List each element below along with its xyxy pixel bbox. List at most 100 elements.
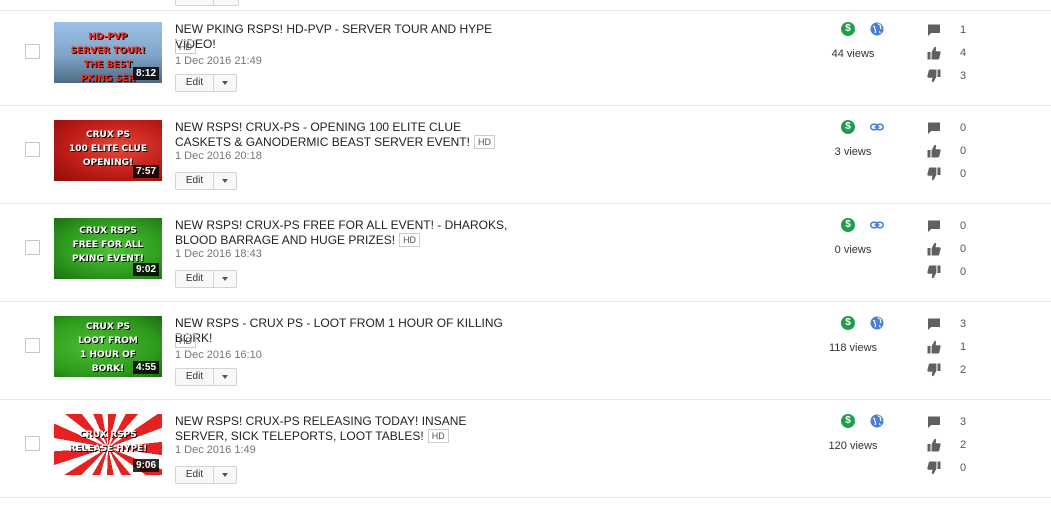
monetization-icon[interactable]: $ <box>841 218 855 232</box>
edit-menu-button[interactable] <box>214 369 236 385</box>
video-duration: 7:57 <box>132 165 159 178</box>
video-title[interactable]: NEW RSPS - CRUX PS - LOOT FROM 1 HOUR OF… <box>175 316 503 345</box>
hd-badge-wrap: HD <box>175 38 196 56</box>
chevron-down-icon <box>222 277 228 281</box>
hd-badge-wrap: HD <box>175 332 196 350</box>
link-icon[interactable] <box>870 120 884 134</box>
dislike-count: 3 <box>960 70 967 82</box>
edit-button[interactable]: Edit <box>176 467 214 483</box>
video-title-block: NEW RSPS! CRUX-PS RELEASING TODAY! INSAN… <box>175 414 520 444</box>
hd-badge: HD <box>399 233 421 247</box>
video-title[interactable]: NEW RSPS! CRUX-PS - OPENING 100 ELITE CL… <box>175 120 470 149</box>
row-checkbox[interactable] <box>25 338 40 353</box>
monetization-icon[interactable]: $ <box>841 120 855 134</box>
previous-edit-menu[interactable] <box>213 0 239 6</box>
video-row: CRUX PS LOOT FROM 1 HOUR OF BORK! 4:55 N… <box>0 303 1051 400</box>
video-duration: 9:02 <box>132 263 159 276</box>
previous-edit-button[interactable] <box>175 0 215 6</box>
upload-date: 1 Dec 2016 18:43 <box>175 248 262 260</box>
globe-icon[interactable] <box>870 414 884 428</box>
edit-button[interactable]: Edit <box>176 75 214 91</box>
thumbnail-caption: CRUX RSPS RELEASE HYPE! <box>68 430 148 454</box>
thumbnail-caption: CRUX PS 100 ELITE CLUE OPENING! <box>68 130 148 168</box>
edit-button-group: Edit <box>175 270 237 288</box>
upload-date: 1 Dec 2016 16:10 <box>175 349 262 361</box>
edit-button[interactable]: Edit <box>176 369 214 385</box>
view-count: 0 views <box>834 244 872 256</box>
row-checkbox[interactable] <box>25 142 40 157</box>
like-icon <box>927 46 941 60</box>
view-count: 3 views <box>834 146 872 158</box>
video-thumbnail[interactable]: CRUX RSPS FREE FOR ALL PKING EVENT! 9:02 <box>54 218 162 279</box>
edit-button-group: Edit <box>175 368 237 386</box>
dislike-icon <box>927 461 941 475</box>
video-thumbnail[interactable]: CRUX PS 100 ELITE CLUE OPENING! 7:57 <box>54 120 162 181</box>
video-thumbnail[interactable]: HD-PVP SERVER TOUR! THE BEST PKING SER 8… <box>54 22 162 83</box>
thumbnail-caption: CRUX RSPS FREE FOR ALL PKING EVENT! <box>71 226 144 264</box>
comment-icon <box>927 219 941 233</box>
upload-date: 1 Dec 2016 1:49 <box>175 444 256 456</box>
like-count: 1 <box>960 341 967 353</box>
edit-button-group: Edit <box>175 74 237 92</box>
video-row: CRUX RSPS FREE FOR ALL PKING EVENT! 9:02… <box>0 205 1051 302</box>
comment-count: 1 <box>960 24 967 36</box>
dislike-icon <box>927 69 941 83</box>
monetization-icon[interactable]: $ <box>841 316 855 330</box>
hd-badge: HD <box>175 40 196 54</box>
video-duration: 8:12 <box>132 67 159 80</box>
monetization-icon[interactable]: $ <box>841 22 855 36</box>
video-thumbnail[interactable]: CRUX PS LOOT FROM 1 HOUR OF BORK! 4:55 <box>54 316 162 377</box>
comment-icon <box>927 415 941 429</box>
video-duration: 9:06 <box>132 459 159 472</box>
hd-badge: HD <box>175 334 196 348</box>
dislike-count: 2 <box>960 364 967 376</box>
row-checkbox[interactable] <box>25 436 40 451</box>
edit-menu-button[interactable] <box>214 467 236 483</box>
video-title-block: NEW PKING RSPS! HD-PVP - SERVER TOUR AND… <box>175 22 520 52</box>
video-title-block: NEW RSPS - CRUX PS - LOOT FROM 1 HOUR OF… <box>175 316 520 346</box>
dislike-count: 0 <box>960 266 967 278</box>
video-title[interactable]: NEW RSPS! CRUX-PS RELEASING TODAY! INSAN… <box>175 414 466 443</box>
hd-badge: HD <box>473 135 495 149</box>
edit-button[interactable]: Edit <box>176 173 214 189</box>
view-count: 120 views <box>828 440 878 452</box>
dislike-icon <box>927 167 941 181</box>
like-icon <box>927 340 941 354</box>
video-thumbnail[interactable]: CRUX RSPS RELEASE HYPE! 9:06 <box>54 414 162 475</box>
upload-date: 1 Dec 2016 21:49 <box>175 55 262 67</box>
chevron-down-icon <box>222 179 228 183</box>
like-count: 2 <box>960 439 967 451</box>
like-count: 0 <box>960 145 967 157</box>
video-title[interactable]: NEW PKING RSPS! HD-PVP - SERVER TOUR AND… <box>175 22 492 51</box>
video-title[interactable]: NEW RSPS! CRUX-PS FREE FOR ALL EVENT! - … <box>175 218 507 247</box>
dislike-count: 0 <box>960 462 967 474</box>
video-row: CRUX RSPS RELEASE HYPE! 9:06 NEW RSPS! C… <box>0 401 1051 498</box>
dislike-count: 0 <box>960 168 967 180</box>
hd-badge: HD <box>427 429 449 443</box>
like-icon <box>927 438 941 452</box>
like-count: 4 <box>960 47 967 59</box>
like-count: 0 <box>960 243 967 255</box>
like-icon <box>927 144 941 158</box>
row-checkbox[interactable] <box>25 240 40 255</box>
globe-icon[interactable] <box>870 22 884 36</box>
dislike-icon <box>927 363 941 377</box>
dislike-icon <box>927 265 941 279</box>
like-icon <box>927 242 941 256</box>
link-icon[interactable] <box>870 218 884 232</box>
upload-date: 1 Dec 2016 20:18 <box>175 150 262 162</box>
view-count: 44 views <box>831 48 875 60</box>
row-checkbox[interactable] <box>25 44 40 59</box>
video-row: CRUX PS 100 ELITE CLUE OPENING! 7:57 NEW… <box>0 107 1051 204</box>
comment-icon <box>927 23 941 37</box>
edit-menu-button[interactable] <box>214 271 236 287</box>
edit-button[interactable]: Edit <box>176 271 214 287</box>
monetization-icon[interactable]: $ <box>841 414 855 428</box>
comment-icon <box>927 317 941 331</box>
edit-menu-button[interactable] <box>214 173 236 189</box>
edit-menu-button[interactable] <box>214 75 236 91</box>
globe-icon[interactable] <box>870 316 884 330</box>
video-duration: 4:55 <box>132 361 159 374</box>
chevron-down-icon <box>222 375 228 379</box>
video-title-block: NEW RSPS! CRUX-PS FREE FOR ALL EVENT! - … <box>175 218 520 248</box>
